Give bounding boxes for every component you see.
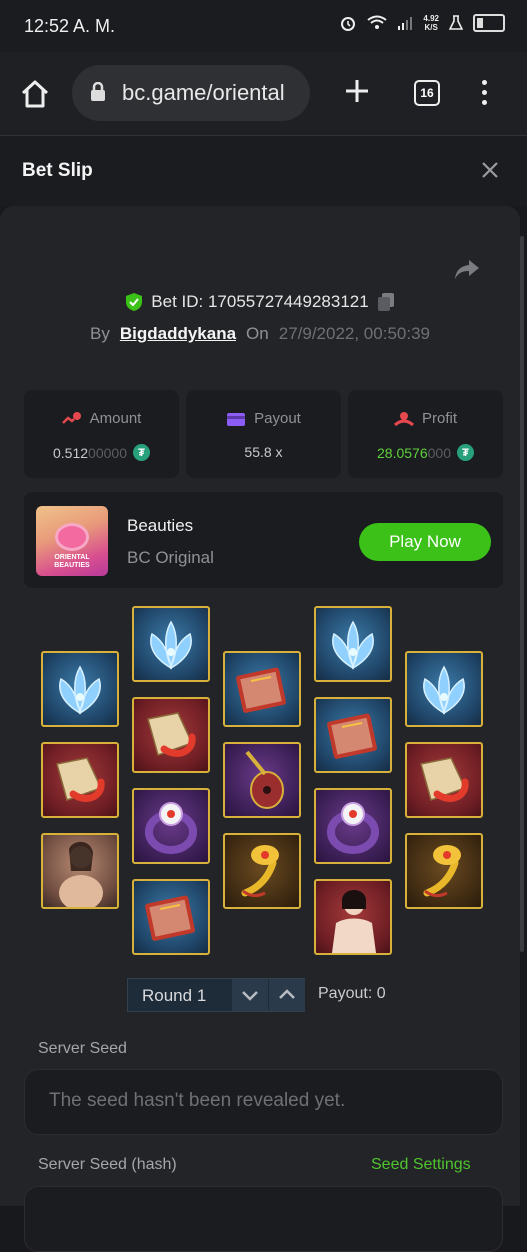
bet-slip-header: Bet Slip [0,136,527,206]
game-name: Beauties [127,516,194,535]
round-prev-button[interactable] [232,979,268,1011]
chevron-up-icon [279,989,295,999]
signal-icon [398,17,413,30]
verified-shield-icon [126,293,143,311]
profit-stat: Profit 28.0576000 ₮ [348,390,503,478]
server-seed-label: Server Seed [38,1040,127,1057]
new-tab-icon[interactable] [344,78,370,104]
round-next-button[interactable] [269,979,305,1011]
server-seed-hash-field[interactable] [24,1186,503,1252]
status-time: 12:52 A. M. [24,16,116,36]
amount-icon [61,411,81,424]
status-bar: 12:52 A. M. 4.92 K/S [0,0,527,52]
round-label: Round 1 [142,986,207,1005]
lotus-symbol-icon [41,651,119,727]
lotus-symbol-icon [314,606,392,682]
play-now-button[interactable]: Play Now [359,523,491,561]
usdt-coin-icon: ₮ [132,444,150,461]
payout-value: 55.8 x [244,444,283,460]
bet-slip-title: Bet Slip [22,160,93,181]
bet-id-row: Bet ID: 17055727449283121 [0,292,520,312]
overflow-menu-icon[interactable] [482,80,488,110]
bet-author-row: By Bigdaddykana On 27/9/2022, 00:50:39 [0,324,520,344]
profit-label: Profit [421,410,457,427]
browser-toolbar: bc.game/oriental 16 [0,52,527,136]
lotus-symbol-icon [405,651,483,727]
close-icon[interactable] [481,161,499,179]
status-icons: 4.92 K/S [339,14,505,32]
address-bar[interactable]: bc.game/oriental [72,65,310,121]
ruyi-symbol-icon [223,833,301,909]
wifi-icon [367,15,388,29]
seed-settings-link[interactable]: Seed Settings [371,1156,471,1174]
round-selector: Round 1 [127,978,305,1012]
book-symbol-icon [132,879,210,955]
chevron-down-icon [242,991,258,1001]
amount-value-trailing: 00000 [88,444,127,461]
lady-symbol-icon [41,833,119,909]
profit-value-trailing: 000 [427,444,451,461]
game-provider: BC Original [127,548,214,567]
copy-icon[interactable] [377,292,395,312]
by-label: By [90,324,110,343]
profit-icon [393,411,414,426]
on-label: On [246,324,269,343]
scrollbar[interactable] [520,236,524,952]
bet-id: Bet ID: 17055727449283121 [151,292,369,311]
server-seed-hash-label: Server Seed (hash) [38,1156,177,1173]
alarm-icon [341,17,356,31]
amount-label: Amount [89,410,142,427]
payout-label: Payout [254,410,301,427]
share-icon[interactable] [454,258,480,280]
ring-symbol-icon [314,788,392,864]
home-icon[interactable] [20,80,50,108]
lady-symbol-icon [314,879,392,955]
amount-value: 0.512 [53,444,89,461]
lotus-symbol-icon [132,606,210,682]
fan-symbol-icon [132,697,210,773]
username-link[interactable]: Bigdaddykana [120,324,236,344]
book-symbol-icon [314,697,392,773]
pipa-symbol-icon [223,742,301,818]
url-text[interactable]: bc.game/oriental [122,80,302,106]
lock-icon [91,82,105,101]
server-seed-field[interactable]: The seed hasn't been revealed yet. [24,1069,503,1135]
flask-icon [449,15,463,30]
ring-symbol-icon [132,788,210,864]
battery-icon [473,14,505,32]
round-payout: Payout: 0 [318,985,386,1002]
ruyi-symbol-icon [405,833,483,909]
payout-stat: Payout 55.8 x [186,390,341,478]
tab-switcher-button[interactable]: 16 [414,80,440,106]
server-seed-value: The seed hasn't been revealed yet. [49,1090,346,1111]
profit-value: 28.0576 [377,444,428,461]
book-symbol-icon [223,651,301,727]
flower-icon [58,526,86,548]
wallet-icon [227,412,246,426]
amount-stat: Amount 0.51200000 ₮ [24,390,179,478]
network-speed: 4.92 K/S [423,14,439,32]
bet-date: 27/9/2022, 00:50:39 [278,324,430,343]
game-thumbnail[interactable]: ORIENTAL BEAUTIES [36,506,108,576]
usdt-coin-icon: ₮ [456,444,474,461]
fan-symbol-icon [41,742,119,818]
game-card: ORIENTAL BEAUTIES Beauties BC Original Pl… [24,492,503,588]
fan-symbol-icon [405,742,483,818]
